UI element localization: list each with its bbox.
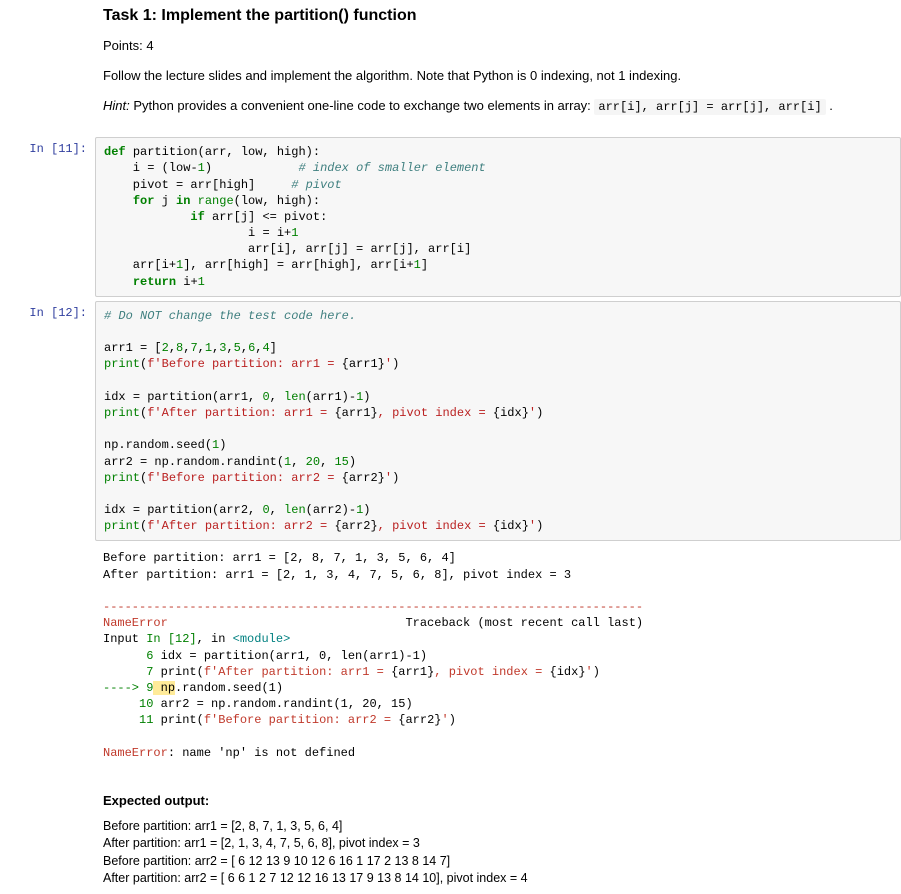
- l7g: ): [593, 665, 600, 679]
- l11d: ': [442, 713, 449, 727]
- l6num: 6: [103, 649, 153, 663]
- stdout-line-0: Before partition: arr1 = [2, 8, 7, 1, 3,…: [103, 551, 456, 565]
- err-final-b: : name 'np' is not defined: [168, 746, 355, 760]
- tb-input-c: , in: [197, 632, 233, 646]
- markdown-cell-task: Task 1: Implement the partition() functi…: [0, 0, 901, 135]
- l11c: {arr2}: [398, 713, 441, 727]
- expected-line-0: Before partition: arr1 = [2, 8, 7, 1, 3,…: [103, 818, 893, 836]
- code-pre-11[interactable]: def partition(arr, low, high): i = (low-…: [104, 144, 892, 290]
- code-cell-11[interactable]: In [11]: def partition(arr, low, high): …: [0, 135, 901, 299]
- hint-after: .: [826, 98, 833, 113]
- l7a: print(: [153, 665, 203, 679]
- l11e: ): [449, 713, 456, 727]
- points-text: Points: 4: [103, 37, 893, 55]
- l7d: , pivot index =: [434, 665, 549, 679]
- output-cell-12: Before partition: arr1 = [2, 8, 7, 1, 3,…: [0, 543, 901, 767]
- l11num: 11: [103, 713, 153, 727]
- arrow: ---->: [103, 681, 146, 695]
- markdown-content: Task 1: Implement the partition() functi…: [95, 2, 901, 133]
- expected-line-3: After partition: arr2 = [ 6 6 1 2 7 12 1…: [103, 870, 893, 888]
- instructions-text: Follow the lecture slides and implement …: [103, 67, 893, 85]
- err-final-a: NameError: [103, 746, 168, 760]
- l10num: 10: [103, 697, 153, 711]
- hint-text: Python provides a convenient one-line co…: [130, 98, 595, 113]
- stdout: Before partition: arr1 = [2, 8, 7, 1, 3,…: [103, 550, 893, 760]
- expected-line-2: Before partition: arr2 = [ 6 12 13 9 10 …: [103, 853, 893, 871]
- l10t: arr2 = np.random.randint(1, 20, 15): [153, 697, 412, 711]
- prompt-out-empty: [0, 545, 95, 765]
- markdown-cell-expected: Expected output: Before partition: arr1 …: [0, 768, 901, 894]
- code-content-11[interactable]: def partition(arr, low, high): i = (low-…: [95, 137, 901, 297]
- notebook: Task 1: Implement the partition() functi…: [0, 0, 901, 894]
- stdout-line-1: After partition: arr1 = [2, 1, 3, 4, 7, …: [103, 568, 571, 582]
- l11b: f'Before partition: arr2 =: [204, 713, 398, 727]
- expected-content: Expected output: Before partition: arr1 …: [95, 770, 901, 893]
- tb-input-d: <module>: [233, 632, 291, 646]
- code-pre-12[interactable]: # Do NOT change the test code here. arr1…: [104, 308, 892, 535]
- prompt-11: In [11]:: [0, 137, 95, 297]
- output-content: Before partition: arr1 = [2, 8, 7, 1, 3,…: [95, 545, 901, 765]
- traceback-sep: ----------------------------------------…: [103, 600, 643, 614]
- l9hl: np: [153, 681, 175, 695]
- code-cell-12[interactable]: In [12]: # Do NOT change the test code h…: [0, 299, 901, 544]
- l7c: {arr1}: [391, 665, 434, 679]
- prompt-12: In [12]:: [0, 301, 95, 542]
- l11a: print(: [153, 713, 203, 727]
- task-heading: Task 1: Implement the partition() functi…: [103, 7, 893, 25]
- hint-code: arr[i], arr[j] = arr[j], arr[i]: [594, 99, 825, 115]
- code-content-12[interactable]: # Do NOT change the test code here. arr1…: [95, 301, 901, 542]
- expected-heading: Expected output:: [103, 793, 893, 808]
- l7b: f'After partition: arr1 =: [204, 665, 391, 679]
- l7f: ': [586, 665, 593, 679]
- prompt-empty-2: [0, 770, 95, 893]
- expected-line-1: After partition: arr1 = [2, 1, 3, 4, 7, …: [103, 835, 893, 853]
- tb-input-b: In [12]: [146, 632, 196, 646]
- tb-trace: Traceback (most recent call last): [168, 616, 643, 630]
- l6txt: idx = partition(arr1, 0, len(arr1)-1): [153, 649, 427, 663]
- l7num: 7: [103, 665, 153, 679]
- err-name: NameError: [103, 616, 168, 630]
- hint-label: Hint:: [103, 98, 130, 113]
- l9t: .random.seed(1): [175, 681, 283, 695]
- tb-input-a: Input: [103, 632, 146, 646]
- hint-line: Hint: Python provides a convenient one-l…: [103, 97, 893, 116]
- l7e: {idx}: [550, 665, 586, 679]
- prompt-empty: [0, 2, 95, 133]
